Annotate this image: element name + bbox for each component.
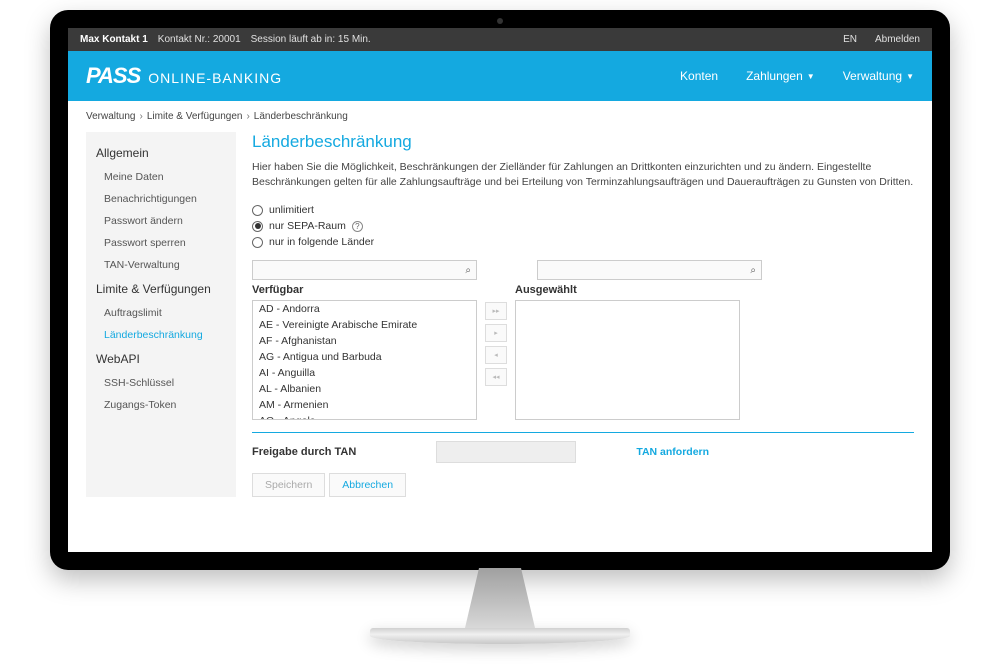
sidebar-group-limite: Limite & Verfügungen <box>86 276 236 302</box>
list-item[interactable]: AL - Albanien <box>253 381 476 397</box>
nav-zahlungen[interactable]: Zahlungen ▼ <box>746 69 815 83</box>
contact-name: Max Kontakt 1 <box>80 34 148 45</box>
selected-countries-list[interactable] <box>515 300 740 420</box>
sidebar-item-tan-verwaltung[interactable]: TAN-Verwaltung <box>86 254 236 276</box>
radio-label: nur in folgende Länder <box>269 236 374 248</box>
chevron-right-icon: › <box>246 111 249 122</box>
move-all-left-button[interactable]: ◂◂ <box>485 368 507 386</box>
list-item[interactable]: AM - Armenien <box>253 397 476 413</box>
topbar: Max Kontakt 1 Kontakt Nr.: 20001 Session… <box>68 28 932 51</box>
chevron-down-icon: ▼ <box>906 72 914 81</box>
radio-label: unlimitiert <box>269 204 314 216</box>
list-item[interactable]: AD - Andorra <box>253 301 476 317</box>
lang-switch[interactable]: EN <box>843 34 857 45</box>
sidebar-item-auftragslimit[interactable]: Auftragslimit <box>86 302 236 324</box>
breadcrumb-item: Länderbeschränkung <box>254 111 348 122</box>
page-description: Hier haben Sie die Möglichkeit, Beschrän… <box>252 160 914 190</box>
tan-input[interactable] <box>436 441 576 463</box>
sidebar-item-passwort-aendern[interactable]: Passwort ändern <box>86 210 236 232</box>
chevron-down-icon: ▼ <box>807 72 815 81</box>
main-content: Länderbeschränkung Hier haben Sie die Mö… <box>252 132 914 497</box>
sidebar-item-zugangs-token[interactable]: Zugangs-Token <box>86 394 236 416</box>
sidebar-item-benachrichtigungen[interactable]: Benachrichtigungen <box>86 188 236 210</box>
page-title: Länderbeschränkung <box>252 132 914 152</box>
logo: PASS ONLINE-BANKING <box>86 63 282 89</box>
available-countries-list[interactable]: AD - Andorra AE - Vereinigte Arabische E… <box>252 300 477 420</box>
sidebar-item-meine-daten[interactable]: Meine Daten <box>86 166 236 188</box>
move-right-button[interactable]: ▸ <box>485 324 507 342</box>
radio-folgende-laender[interactable] <box>252 237 263 248</box>
session-timer: Session läuft ab in: 15 Min. <box>251 34 371 45</box>
available-label: Verfügbar <box>252 284 477 296</box>
radio-sepa[interactable] <box>252 221 263 232</box>
breadcrumb: Verwaltung › Limite & Verfügungen › Länd… <box>68 101 932 132</box>
header: PASS ONLINE-BANKING Konten Zahlungen ▼ V… <box>68 51 932 101</box>
sidebar: Allgemein Meine Daten Benachrichtigungen… <box>86 132 236 497</box>
selected-label: Ausgewählt <box>515 284 740 296</box>
sidebar-group-webapi: WebAPI <box>86 346 236 372</box>
logout-link[interactable]: Abmelden <box>875 34 920 45</box>
move-left-button[interactable]: ◂ <box>485 346 507 364</box>
save-button[interactable]: Speichern <box>252 473 325 497</box>
list-item[interactable]: AI - Anguilla <box>253 365 476 381</box>
sidebar-group-allgemein: Allgemein <box>86 140 236 166</box>
help-icon[interactable]: ? <box>352 221 363 232</box>
breadcrumb-item[interactable]: Limite & Verfügungen <box>147 111 243 122</box>
move-all-right-button[interactable]: ▸▸ <box>485 302 507 320</box>
radio-label: nur SEPA-Raum <box>269 220 346 232</box>
search-available-input[interactable]: ⌕ <box>252 260 477 280</box>
list-item[interactable]: AO - Angola <box>253 413 476 420</box>
chevron-right-icon: › <box>139 111 142 122</box>
search-icon: ⌕ <box>465 265 471 276</box>
divider <box>252 432 914 433</box>
radio-unlimitiert[interactable] <box>252 205 263 216</box>
nav-verwaltung[interactable]: Verwaltung ▼ <box>843 69 914 83</box>
tan-label: Freigabe durch TAN <box>252 446 356 458</box>
search-selected-input[interactable]: ⌕ <box>537 260 762 280</box>
list-item[interactable]: AF - Afghanistan <box>253 333 476 349</box>
sidebar-item-laenderbeschraenkung[interactable]: Länderbeschränkung <box>86 324 236 346</box>
search-icon: ⌕ <box>750 265 756 276</box>
tan-request-link[interactable]: TAN anfordern <box>636 446 709 458</box>
sidebar-item-ssh-schluessel[interactable]: SSH-Schlüssel <box>86 372 236 394</box>
nav-konten[interactable]: Konten <box>680 69 718 83</box>
list-item[interactable]: AE - Vereinigte Arabische Emirate <box>253 317 476 333</box>
list-item[interactable]: AG - Antigua und Barbuda <box>253 349 476 365</box>
sidebar-item-passwort-sperren[interactable]: Passwort sperren <box>86 232 236 254</box>
contact-nr: Kontakt Nr.: 20001 <box>158 34 241 45</box>
breadcrumb-item[interactable]: Verwaltung <box>86 111 135 122</box>
cancel-button[interactable]: Abbrechen <box>329 473 406 497</box>
app-window: Max Kontakt 1 Kontakt Nr.: 20001 Session… <box>68 28 932 552</box>
